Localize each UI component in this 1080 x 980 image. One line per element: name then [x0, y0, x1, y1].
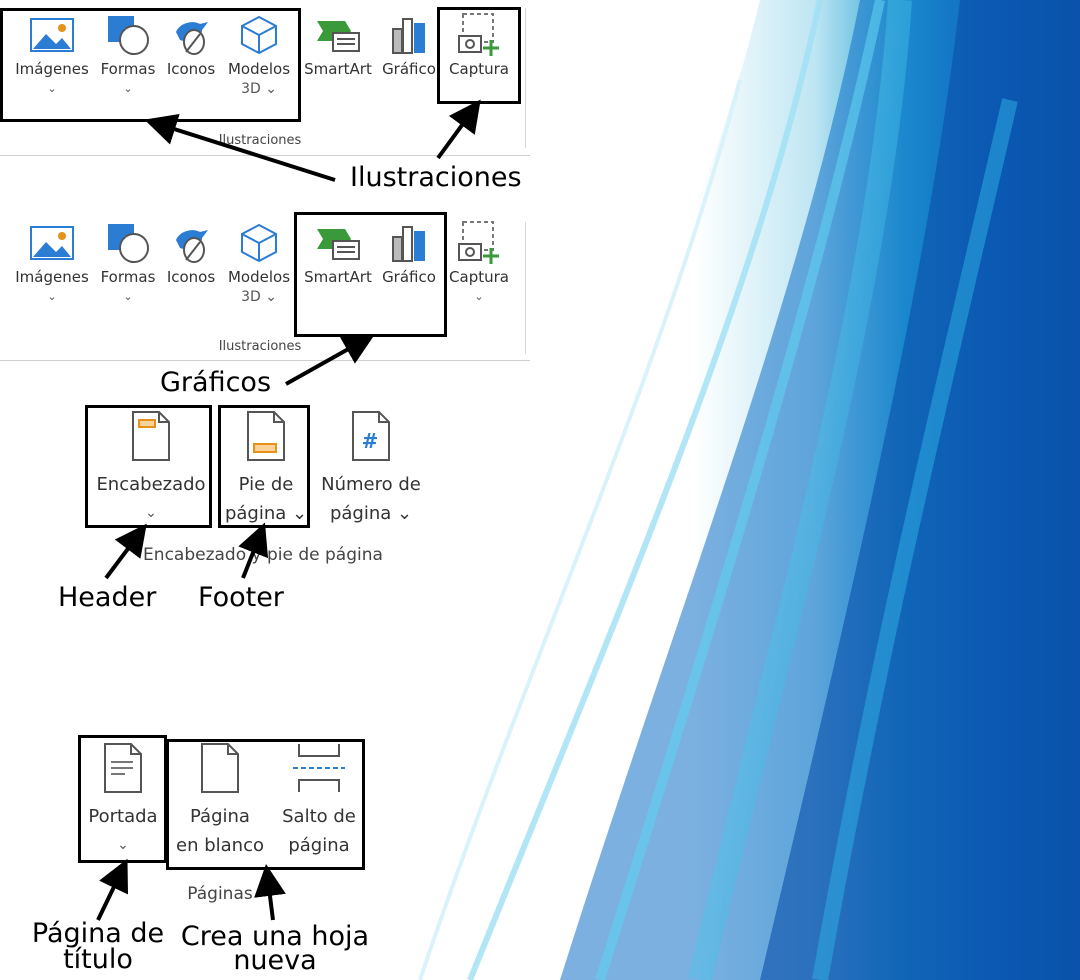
group-label-encabezado-pie: Encabezado y pie de página [143, 545, 383, 565]
highlight-box-portada [78, 735, 167, 863]
highlight-box-nueva-hoja [166, 739, 365, 870]
highlight-box-captura [437, 7, 521, 104]
iconos-label: Iconos [166, 268, 216, 286]
captura-label: Captura [449, 268, 509, 286]
modelos-3d-sub: 3D ⌄ [241, 289, 277, 305]
smartart-label: SmartArt [304, 60, 372, 78]
captura-button[interactable]: Captura ⌄ [442, 220, 516, 306]
annotation-graficos: Gráficos [160, 367, 272, 398]
screenshot-icon [455, 220, 503, 266]
shapes-icon [106, 220, 150, 266]
highlight-box-graficos [294, 212, 447, 337]
highlight-box-footer [218, 405, 310, 528]
ribbon-divider [0, 360, 530, 361]
annotation-ilustraciones: Ilustraciones [350, 162, 522, 193]
cube-icon [238, 220, 280, 266]
picture-icon [30, 220, 74, 266]
modelos-label: Modelos [227, 268, 291, 286]
grafico-label: Gráfico [382, 60, 436, 78]
imagenes-button[interactable]: Imágenes ⌄ [10, 220, 94, 306]
chevron-down-icon: ⌄ [474, 290, 484, 303]
group-label-paginas: Páginas [187, 884, 253, 904]
formas-label: Formas [100, 268, 156, 286]
group-label-ilustraciones: Ilustraciones [218, 339, 302, 354]
ribbon-divider [0, 155, 530, 156]
annotation-crea-una-hoja: Crea una hoja nueva [175, 923, 375, 976]
svg-text:#: # [362, 429, 379, 453]
formas-button[interactable]: Formas ⌄ [96, 220, 160, 306]
bird-leaf-icon [170, 220, 212, 266]
page-number-icon: # [351, 408, 391, 464]
chart-icon [389, 12, 429, 58]
ribbon-separator [525, 8, 526, 148]
annotation-footer: Footer [198, 582, 284, 613]
chevron-down-icon: ⌄ [123, 290, 133, 303]
annotation-header: Header [58, 582, 157, 613]
annotation-pagina-de-line2: título [63, 944, 133, 975]
annotation-pagina-de-titulo: Página de título [28, 920, 168, 975]
chevron-down-icon: ⌄ [47, 290, 57, 303]
numero-de-label: Número de [321, 474, 421, 495]
modelos-3d-button[interactable]: Modelos 3D ⌄ [222, 220, 296, 306]
numero-de-pagina-button[interactable]: # Número de página ⌄ [312, 408, 430, 528]
smartart-button[interactable]: SmartArt [300, 12, 376, 80]
iconos-button[interactable]: Iconos [162, 220, 220, 288]
highlight-box-illustrations [0, 8, 301, 122]
grafico-button[interactable]: Gráfico [378, 12, 440, 80]
annotation-crea-line2: nueva [233, 945, 317, 976]
imagenes-label: Imágenes [15, 268, 89, 286]
smartart-icon [315, 12, 361, 58]
ribbon-separator [525, 222, 526, 354]
highlight-box-header [85, 405, 212, 528]
pagina-sub-label: página ⌄ [329, 503, 413, 524]
group-label-ilustraciones: Ilustraciones [218, 133, 302, 148]
